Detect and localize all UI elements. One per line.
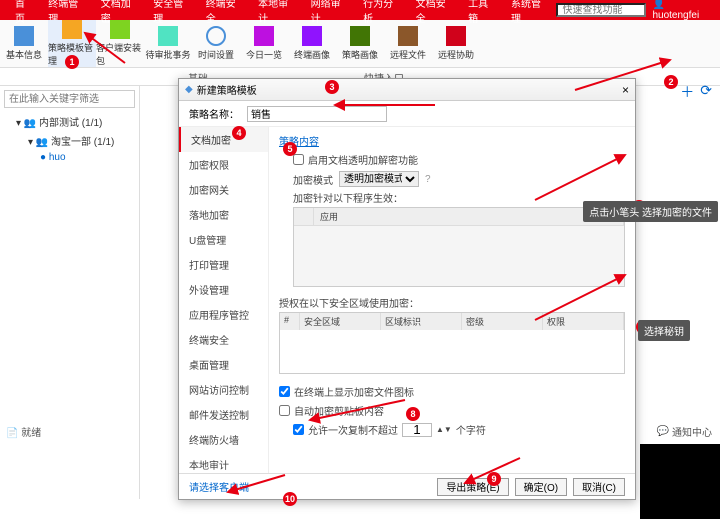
cb-copy-limit[interactable] [293,424,304,435]
side-doc-encrypt[interactable]: 文档加密 [179,127,268,152]
ribbon-term-portrait[interactable]: 终端画像 [288,20,336,67]
assist-icon [446,26,466,46]
ribbon-client-pkg[interactable]: 客户端安装包 [96,20,144,67]
auth-label: 授权在以下安全区域使用加密： [279,295,625,310]
file-icon [398,26,418,46]
modal-footer: 请选择客户端 导出策略(E) 确定(O) 取消(C) [179,473,635,499]
side-encrypt-perm[interactable]: 加密权限 [179,152,268,177]
menu-sysmgr[interactable]: 系统管理 [504,0,556,25]
badge-3: 3 [325,80,339,94]
modal-titlebar: ◆ 新建策略模板 × [179,79,635,101]
side-desktop[interactable]: 桌面管理 [179,352,268,377]
tree-search-input[interactable] [4,90,135,108]
current-user[interactable]: 👤 huotengfei [652,0,712,21]
side-landing-encrypt[interactable]: 落地加密 [179,202,268,227]
modal-title-text: 新建策略模板 [197,82,257,97]
ribbon-policy-portrait[interactable]: 策略画像 [336,20,384,67]
approval-icon [158,26,178,46]
zone-table-header: # 安全区域 区域标识 密级 权限 [280,313,624,330]
badge-4: 4 [232,126,246,140]
side-encrypt-gateway[interactable]: 加密网关 [179,177,268,202]
cb-enable-label: 启用文档透明加解密功能 [308,152,418,167]
modal-sidebar: 文档加密 加密权限 加密网关 落地加密 U盘管理 打印管理 外设管理 应用程序管… [179,127,269,473]
tree-node-user[interactable]: ● huo [4,150,135,165]
top-menu-bar: 首页 终端管理 文档加密 安全管理 终端安全 本地审计 网络审计 行为分析 文档… [0,0,720,20]
tree-node-dept[interactable]: ▾ 👥 淘宝一部 (1/1) [4,131,135,150]
mode-label: 加密模式 [293,172,333,187]
select-client-link[interactable]: 请选择客户端 [189,479,249,494]
badge-9: 9 [487,472,501,486]
cb-enable-encrypt[interactable] [293,154,304,165]
package-icon [110,20,130,39]
tree-node-root[interactable]: ▾ 👥 内部测试 (1/1) [4,112,135,131]
tooltip-select-file: 点击小笔头 选择加密的文件 [583,201,718,222]
cb-auto-clip-label: 自动加密剪贴板内容 [294,403,384,418]
refresh-icon[interactable]: ⟳ [700,82,712,102]
modal-main: 策略内容 启用文档透明加解密功能 加密模式 透明加密模式 ? 加密针对以下程序生… [269,127,635,473]
side-peripheral[interactable]: 外设管理 [179,277,268,302]
ribbon-time[interactable]: 时间设置 [192,20,240,67]
ribbon-pending[interactable]: 待审批事务 [144,20,192,67]
side-local-audit[interactable]: 本地审计 [179,452,268,473]
side-mail-control[interactable]: 邮件发送控制 [179,402,268,427]
cancel-button[interactable]: 取消(C) [573,478,625,496]
side-firewall[interactable]: 终端防火墙 [179,427,268,452]
zone-table[interactable]: # 安全区域 区域标识 密级 权限 [279,312,625,374]
ribbon-toolbar: 基本信息 策略模板管理 客户端安装包 待审批事务 时间设置 今日一览 终端画像 … [0,20,720,68]
template-icon [62,20,82,39]
copy-unit-label: 个字符 [456,422,486,437]
help-icon[interactable]: ? [425,174,431,185]
mode-select[interactable]: 透明加密模式 [339,171,419,187]
clock-icon [206,26,226,46]
badge-10: 10 [283,492,297,506]
side-print[interactable]: 打印管理 [179,252,268,277]
global-search-input[interactable] [556,3,646,17]
program-list[interactable]: 应用 [293,207,625,287]
info-icon [14,26,34,46]
ribbon-remote-file[interactable]: 远程文件 [384,20,432,67]
modal-body: 文档加密 加密权限 加密网关 落地加密 U盘管理 打印管理 外设管理 应用程序管… [179,127,635,473]
new-policy-modal: ◆ 新建策略模板 × 策略名称： 文档加密 加密权限 加密网关 落地加密 U盘管… [178,78,636,500]
badge-8: 8 [406,407,420,421]
side-usb[interactable]: U盘管理 [179,227,268,252]
side-term-sec[interactable]: 终端安全 [179,327,268,352]
side-app-control[interactable]: 应用程序管控 [179,302,268,327]
apply-label: 加密针对以下程序生效： [293,190,625,205]
calendar-icon [254,26,274,46]
badge-2: 2 [664,75,678,89]
add-icon[interactable]: ＋ [680,82,694,102]
tooltip-select-key: 选择秘钥 [638,320,690,341]
ribbon-remote-assist[interactable]: 远程协助 [432,20,480,67]
side-actions: ＋ ⟳ [680,82,712,102]
notification-center[interactable]: 💬 通知中心 [657,424,712,439]
program-list-header: 应用 [294,208,624,226]
ok-button[interactable]: 确定(O) [515,478,567,496]
status-ready: 📄 就绪 [6,424,41,439]
policy-name-input[interactable] [247,106,387,122]
cb-auto-clip[interactable] [279,405,290,416]
close-icon[interactable]: × [622,83,629,97]
policy-name-label: 策略名称： [189,106,239,121]
portrait-icon [302,26,322,46]
ribbon-basic-info[interactable]: 基本信息 [0,20,48,67]
policy-icon [350,26,370,46]
black-area [640,444,720,519]
policy-name-row: 策略名称： [179,101,635,127]
side-web-control[interactable]: 网站访问控制 [179,377,268,402]
copy-count-input[interactable] [402,423,432,437]
cb-copy-limit-label: 允许一次复制不超过 [308,422,398,437]
ribbon-today[interactable]: 今日一览 [240,20,288,67]
cb-show-icon-label: 在终端上显示加密文件图标 [294,384,414,399]
badge-1: 1 [65,55,79,69]
modal-title-icon: ◆ [185,84,193,95]
cb-show-icon[interactable] [279,386,290,397]
badge-5: 5 [283,142,297,156]
